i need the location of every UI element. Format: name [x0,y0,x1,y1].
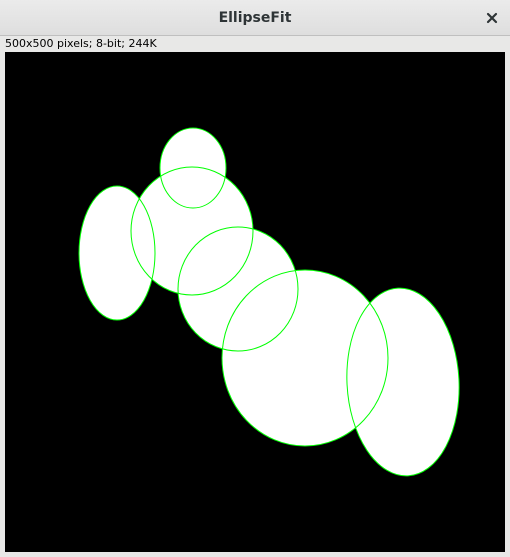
image-canvas[interactable] [5,52,505,552]
title-bar[interactable]: EllipseFit [0,0,510,36]
window-title: EllipseFit [218,10,292,26]
image-info-label: 500x500 pixels; 8-bit; 244K [5,37,157,50]
image-display [5,52,505,552]
close-icon [486,12,498,24]
ellipsefit-window: EllipseFit 500x500 pixels; 8-bit; 244K [0,0,510,557]
close-button[interactable] [482,8,502,28]
